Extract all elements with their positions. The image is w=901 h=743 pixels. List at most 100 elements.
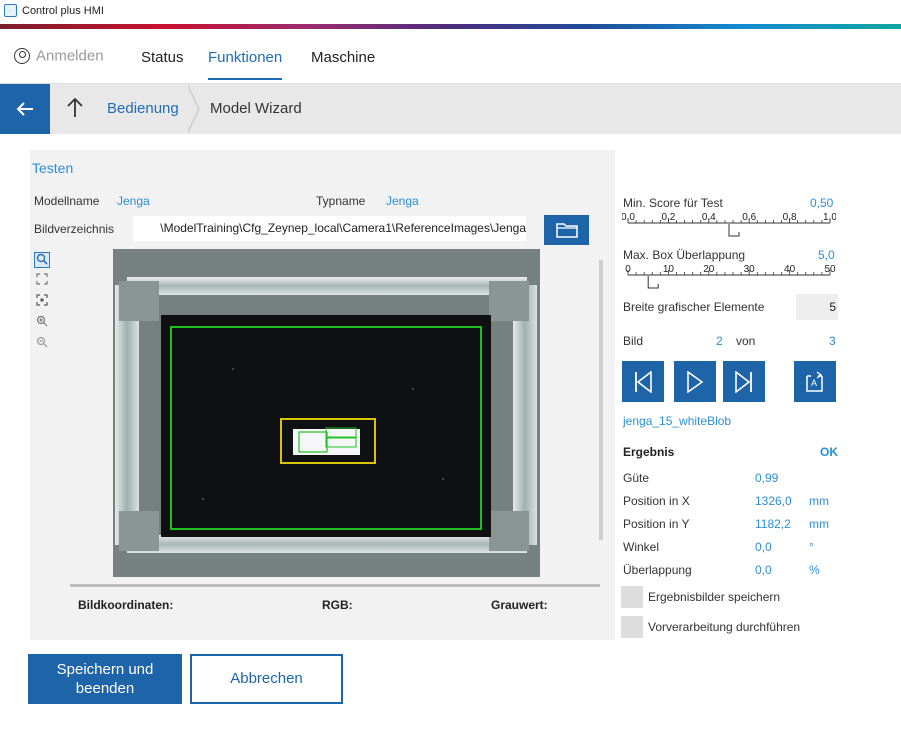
min-score-slider-track: 0,0 0,2 0,4 0,6 0,8 1,0 xyxy=(621,212,837,237)
result-value: 0,0 xyxy=(755,540,772,554)
max-box-tick-label: 40 xyxy=(784,264,796,275)
save-images-checkbox[interactable] xyxy=(621,586,643,608)
result-label: Position in X xyxy=(623,494,690,508)
model-name-value: Jenga xyxy=(117,194,150,208)
breadcrumb-current: Model Wizard xyxy=(210,100,302,117)
result-unit: % xyxy=(809,563,820,577)
result-label: Güte xyxy=(623,471,650,485)
type-name-value: Jenga xyxy=(386,194,419,208)
breadcrumb-separator-inner xyxy=(186,84,198,134)
min-score-label: Min. Score für Test xyxy=(623,196,723,210)
max-box-handle[interactable] xyxy=(647,276,659,289)
cancel-button[interactable]: Abbrechen xyxy=(190,654,343,704)
image-current: 2 xyxy=(716,334,723,348)
save-and-exit-label: Speichern und beenden xyxy=(56,661,154,697)
camera-image-canvas xyxy=(113,249,540,577)
image-total: 3 xyxy=(829,334,836,348)
breadcrumb: Bedienung Model Wizard xyxy=(0,84,901,134)
auto-run-button[interactable]: A xyxy=(794,361,836,402)
max-box-tick-label: 50 xyxy=(824,264,836,275)
nav-status[interactable]: Status xyxy=(141,49,184,66)
image-filename: jenga_15_whiteBlob xyxy=(623,414,732,428)
app-icon xyxy=(4,4,17,17)
min-score-tick-label: 1,0 xyxy=(823,212,836,223)
save-images-label: Ergebnisbilder speichern xyxy=(648,590,781,604)
nav-maschine[interactable]: Maschine xyxy=(311,49,375,66)
image-dir-label: Bildverzeichnis xyxy=(34,222,115,236)
max-box-tick-label: 30 xyxy=(744,264,756,275)
type-name-label: Typname xyxy=(316,194,366,208)
max-box-overlap-value: 5,0 xyxy=(818,248,835,262)
result-label: Position in Y xyxy=(623,517,690,531)
result-unit: mm xyxy=(809,517,829,531)
login-label: Anmelden xyxy=(36,47,104,65)
image-label: Bild xyxy=(623,334,644,348)
folder-icon xyxy=(556,223,578,238)
preprocess-label: Vorverarbeitung durchführen xyxy=(648,620,801,634)
browse-folder-button[interactable] xyxy=(544,215,589,245)
max-box-tick-label: 0 xyxy=(625,264,631,275)
min-score-value: 0,50 xyxy=(810,196,834,210)
result-label: Winkel xyxy=(623,540,660,554)
model-name-label: Modellname xyxy=(34,194,100,208)
fit-frame-icon[interactable] xyxy=(34,273,50,289)
min-score-tick-label: 0,0 xyxy=(622,212,635,223)
first-image-button[interactable] xyxy=(622,361,664,402)
image-coordinates-label: Bildkoordinaten: xyxy=(78,598,174,612)
image-dir-field[interactable]: \ModelTraining\Cfg_Zeynep_local\Camera1\… xyxy=(133,216,526,241)
min-score-tick-label: 0,6 xyxy=(742,212,756,223)
skip-forward-icon xyxy=(735,371,752,393)
next-image-button[interactable] xyxy=(674,361,716,402)
arrow-left-icon xyxy=(16,102,33,116)
login-button[interactable]: Anmelden xyxy=(14,47,104,65)
play-icon xyxy=(687,371,704,393)
min-score-tick-label: 0,4 xyxy=(702,212,716,223)
min-score-tick-label: 0,2 xyxy=(661,212,675,223)
max-box-overlap-slider[interactable]: 0 10 20 30 40 50 xyxy=(622,262,836,292)
result-value: 0,99 xyxy=(755,471,779,485)
image-scrollbar[interactable] xyxy=(599,260,603,540)
result-label: Überlappung xyxy=(623,563,692,577)
arrow-up-icon[interactable] xyxy=(66,96,84,124)
min-score-handle[interactable] xyxy=(728,224,740,237)
image-dir-value: \ModelTraining\Cfg_Zeynep_local\Camera1\… xyxy=(160,221,526,235)
rgb-label: RGB: xyxy=(322,598,353,612)
result-title: Ergebnis xyxy=(623,445,675,459)
window-title: Control plus HMI xyxy=(22,5,104,17)
element-width-input[interactable]: 5 xyxy=(796,294,838,320)
back-button[interactable] xyxy=(0,84,50,134)
top-nav: Anmelden Status Funktionen Maschine xyxy=(0,29,901,84)
nav-funktionen[interactable]: Funktionen xyxy=(208,49,283,80)
image-statusbar-divider xyxy=(70,584,600,587)
select-tool-icon[interactable] xyxy=(34,252,50,268)
image-of-label: von xyxy=(736,334,756,348)
user-icon xyxy=(14,48,30,65)
save-and-exit-button[interactable]: Speichern und beenden xyxy=(28,654,182,704)
window-titlebar: Control plus HMI xyxy=(0,0,901,24)
max-box-overlap-label: Max. Box Überlappung xyxy=(623,248,746,262)
grayscale-label: Grauwert: xyxy=(491,598,548,612)
max-box-tick-label: 10 xyxy=(663,264,675,275)
result-unit: ° xyxy=(809,540,814,554)
result-unit: mm xyxy=(809,494,829,508)
max-box-tick-label: 20 xyxy=(703,264,715,275)
preprocess-checkbox[interactable] xyxy=(621,616,643,638)
actual-size-icon[interactable] xyxy=(34,294,50,310)
result-value: 1326,0 xyxy=(755,494,792,508)
min-score-slider[interactable]: 0,0 0,2 0,4 0,6 0,8 1,0 xyxy=(621,210,837,240)
zoom-out-icon[interactable] xyxy=(34,336,50,352)
result-status: OK xyxy=(820,445,838,459)
svg-text:A: A xyxy=(811,378,817,388)
skip-back-icon xyxy=(635,371,652,393)
last-image-button[interactable] xyxy=(723,361,765,402)
result-value: 0,0 xyxy=(755,563,772,577)
section-title: Testen xyxy=(32,160,74,176)
min-score-tick-label: 0,8 xyxy=(783,212,797,223)
zoom-in-icon[interactable] xyxy=(34,315,50,331)
camera-image[interactable] xyxy=(113,249,540,577)
auto-play-icon: A xyxy=(806,371,823,392)
element-width-label: Breite grafischer Elemente xyxy=(623,300,765,314)
max-box-overlap-slider-track: 0 10 20 30 40 50 xyxy=(625,264,836,289)
breadcrumb-parent[interactable]: Bedienung xyxy=(107,100,179,117)
result-value: 1182,2 xyxy=(755,517,791,531)
